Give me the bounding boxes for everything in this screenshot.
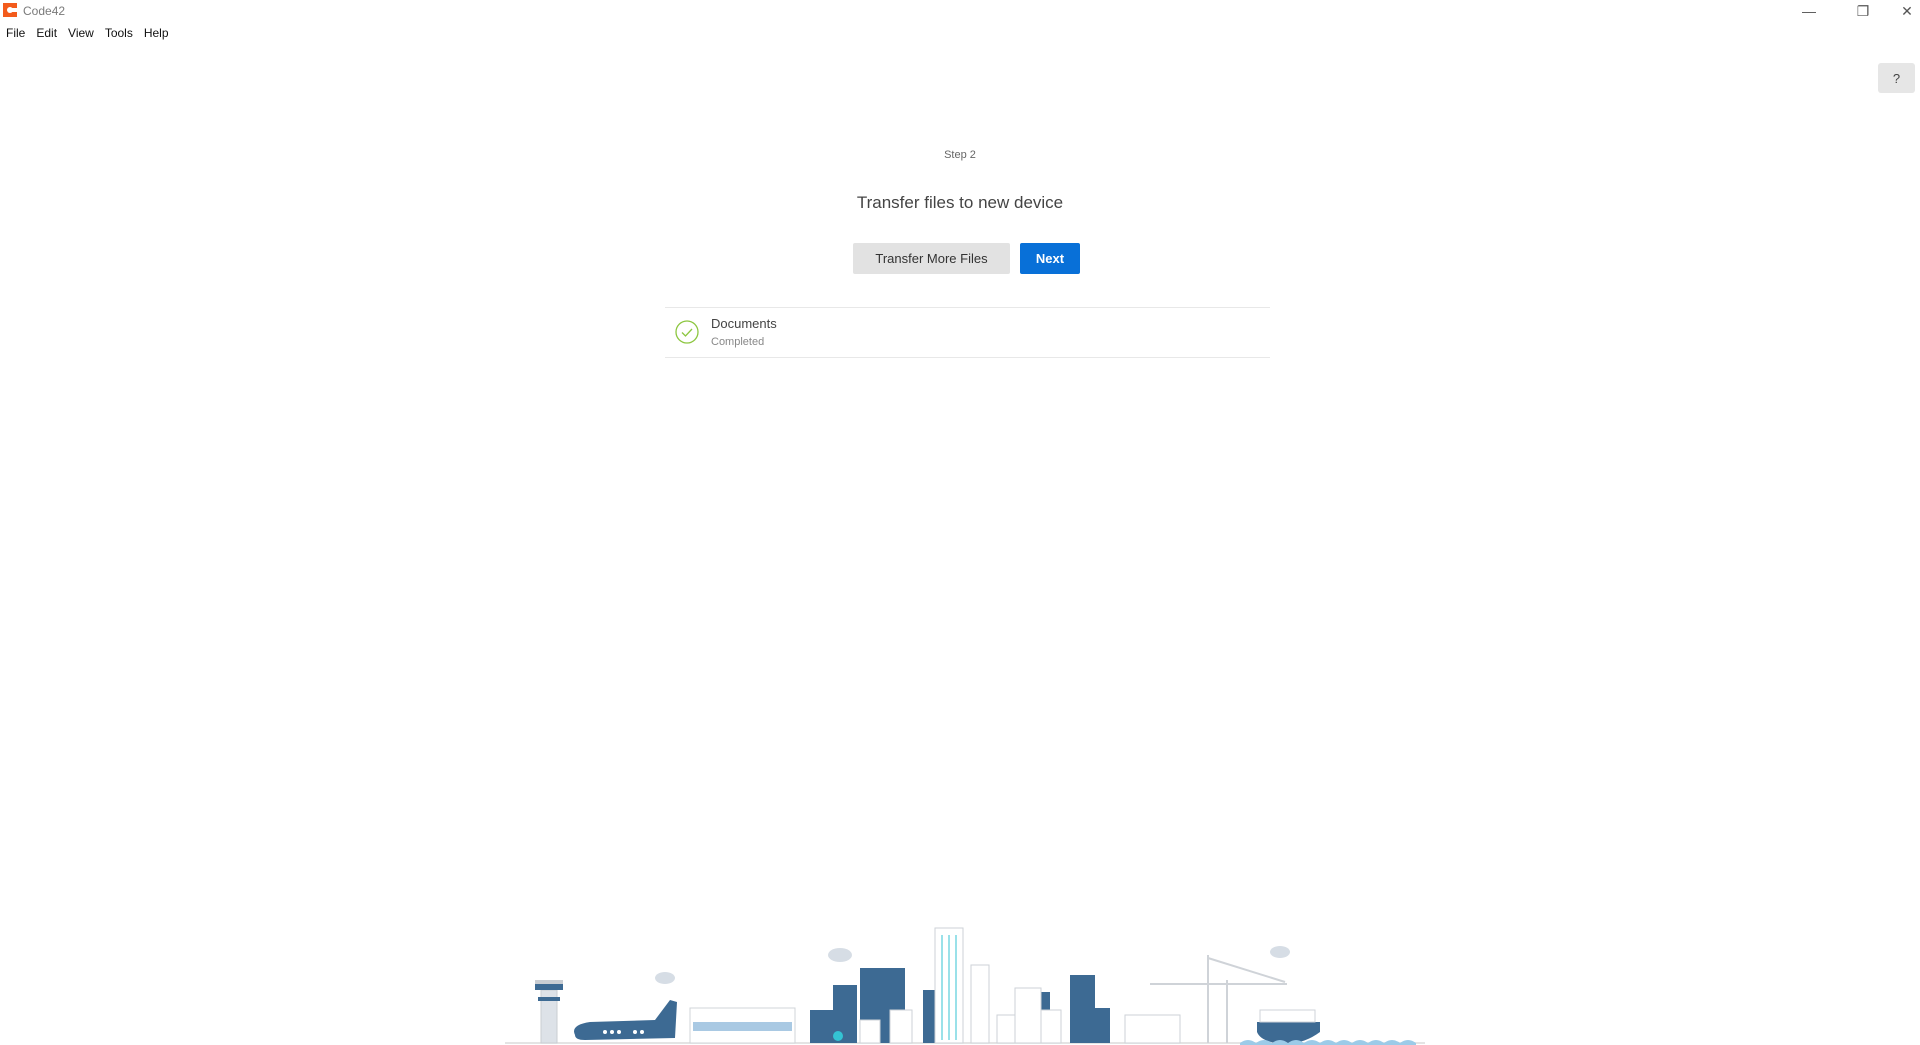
help-button[interactable]: ? xyxy=(1878,63,1915,93)
minimize-button[interactable]: — xyxy=(1786,0,1832,22)
close-button[interactable]: ✕ xyxy=(1884,0,1920,22)
title-bar: Code42 — ❐ ✕ xyxy=(0,0,1920,22)
water-waves xyxy=(1240,1040,1416,1045)
item-name: Documents xyxy=(711,316,777,331)
action-buttons: Transfer More Files Next xyxy=(853,243,1080,274)
check-circle-icon xyxy=(675,320,699,344)
airplane xyxy=(574,1000,677,1040)
minimize-icon: — xyxy=(1802,3,1816,19)
menu-view[interactable]: View xyxy=(62,24,99,42)
code42-logo-icon xyxy=(3,3,17,17)
restore-icon: ❐ xyxy=(1856,2,1870,19)
restore-button[interactable]: ❐ xyxy=(1840,0,1886,22)
control-tower xyxy=(535,980,563,1044)
menu-tools[interactable]: Tools xyxy=(99,24,138,42)
step-label: Step 2 xyxy=(944,149,976,161)
next-button[interactable]: Next xyxy=(1020,243,1080,274)
menu-help[interactable]: Help xyxy=(138,24,174,42)
item-status: Completed xyxy=(711,336,765,348)
close-icon: ✕ xyxy=(1901,2,1913,19)
terminal-building xyxy=(689,1007,796,1044)
transfer-list: Documents Completed xyxy=(665,307,1270,358)
menu-file[interactable]: File xyxy=(0,24,30,42)
question-mark-icon: ? xyxy=(1892,70,1901,86)
page-title: Transfer files to new device xyxy=(856,193,1064,212)
menu-bar: File Edit View Tools Help xyxy=(0,24,174,42)
menu-edit[interactable]: Edit xyxy=(30,24,62,42)
city-skyline-illustration xyxy=(505,927,1425,1045)
cargo-ship xyxy=(1257,1009,1320,1043)
white-towers xyxy=(859,927,1181,1044)
list-item: Documents Completed xyxy=(665,308,1270,357)
window-title: Code42 xyxy=(23,4,66,18)
transfer-more-files-button[interactable]: Transfer More Files xyxy=(853,243,1010,274)
